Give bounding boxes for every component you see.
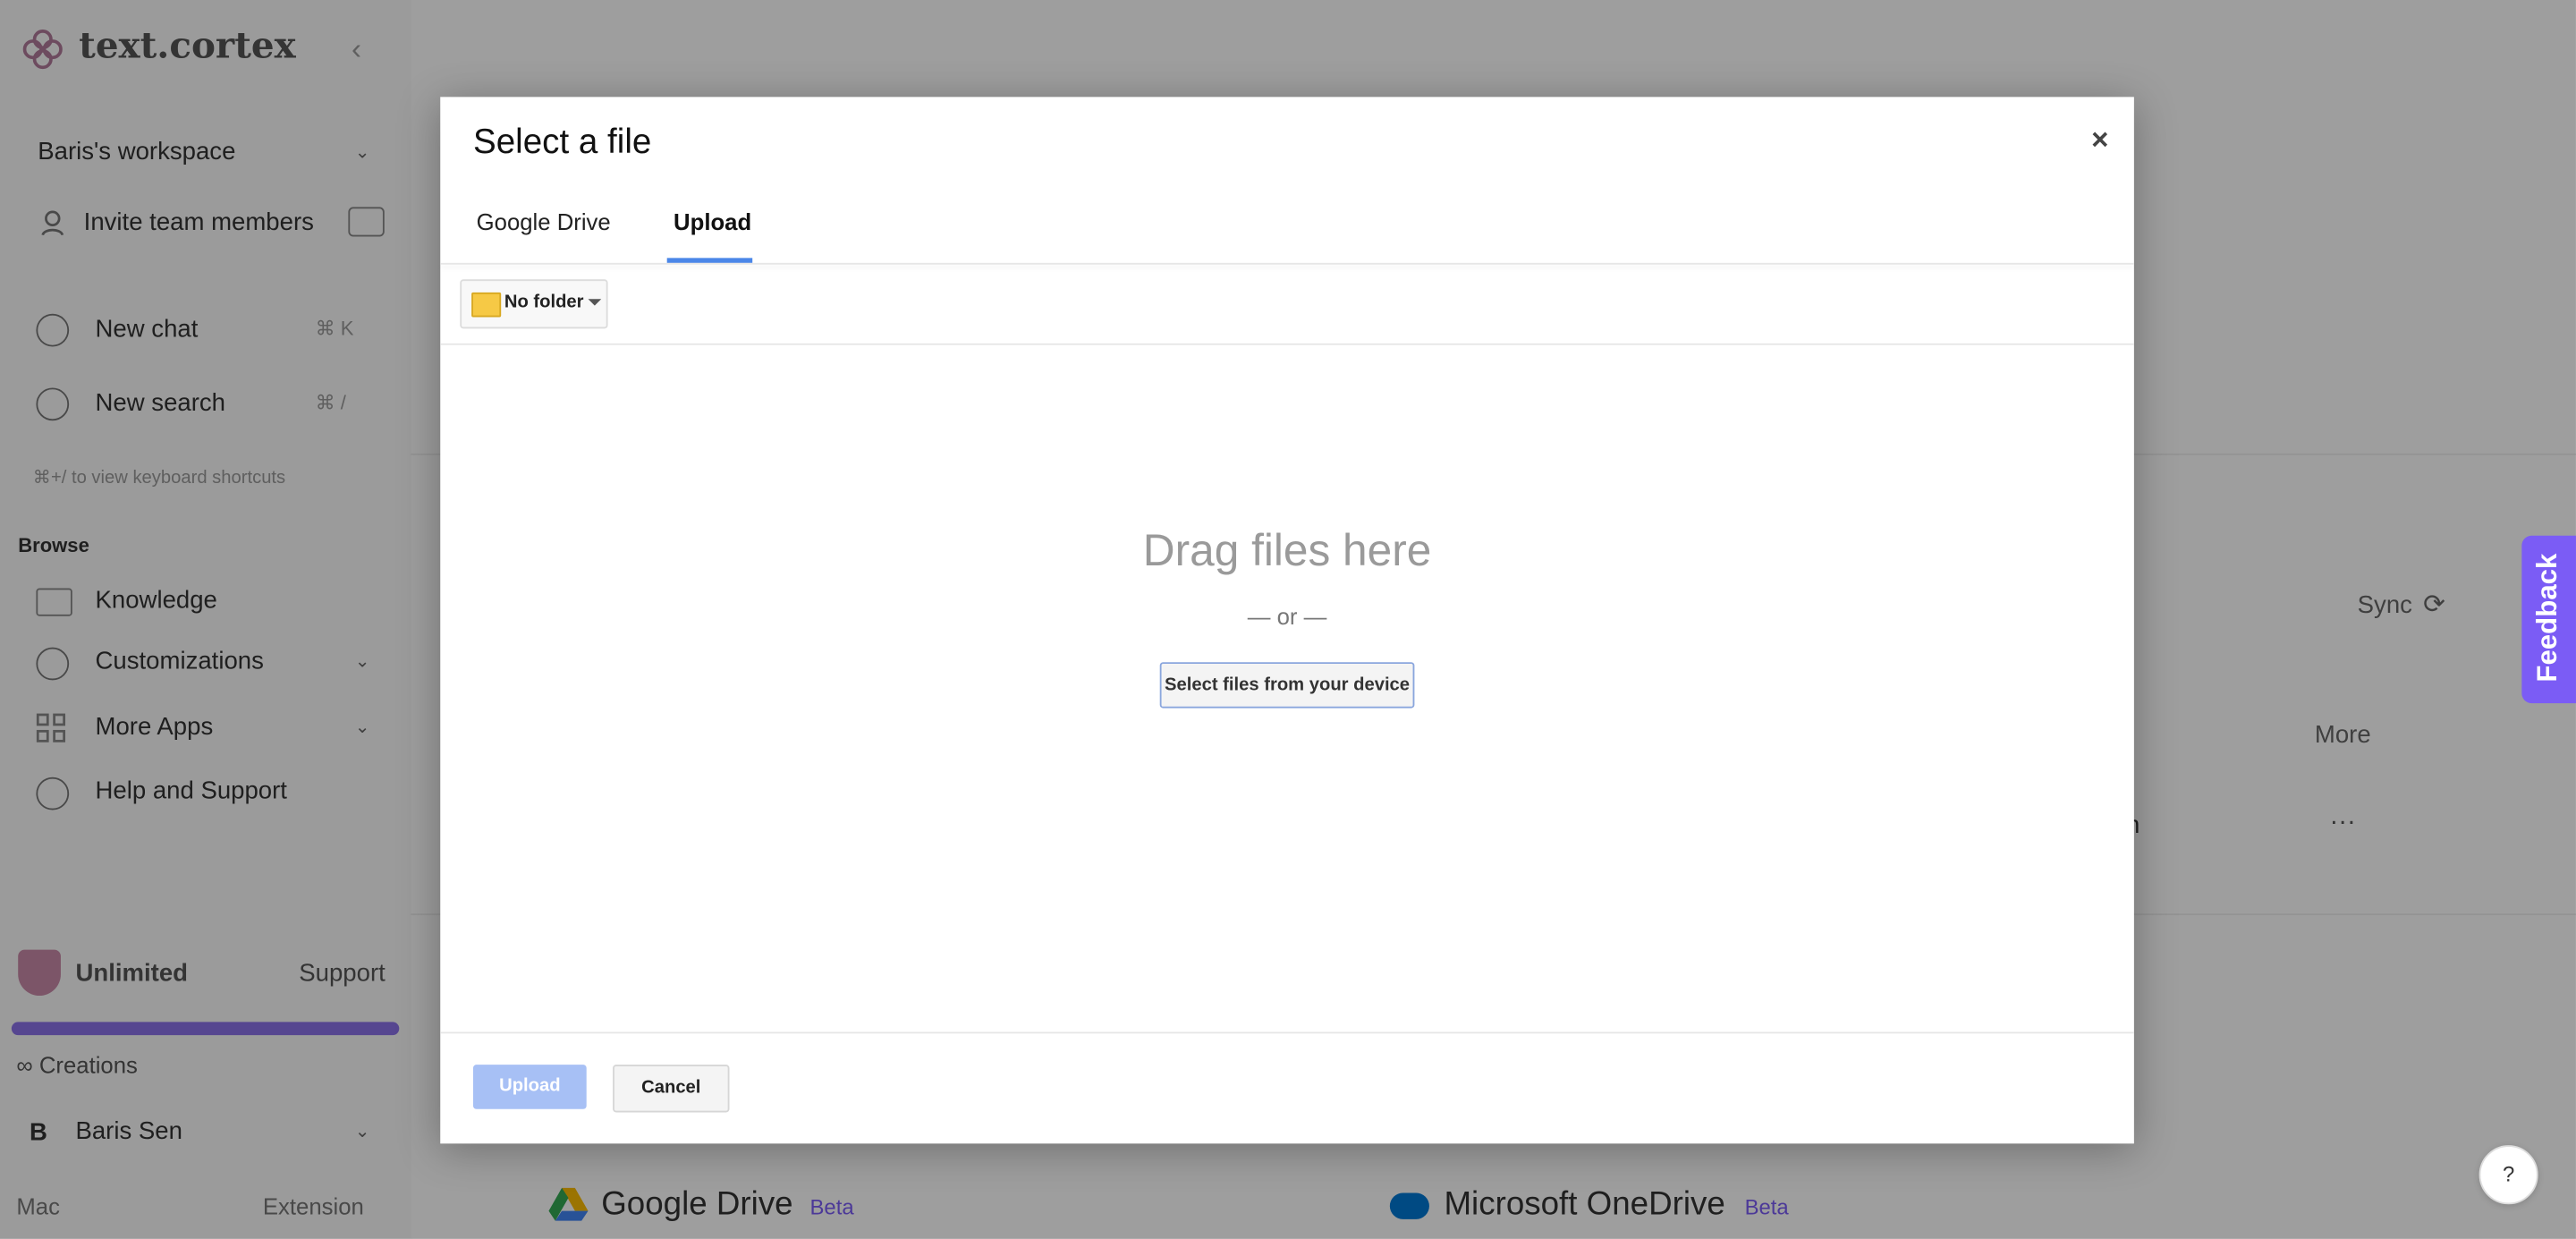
close-icon[interactable]: × [2091, 123, 2108, 158]
tab-google-drive[interactable]: Google Drive [477, 208, 611, 234]
feedback-tab[interactable]: Feedback [2521, 535, 2576, 704]
feedback-label: Feedback [2531, 553, 2563, 683]
folder-label: No folder [504, 292, 584, 312]
caret-down-icon [588, 299, 602, 306]
dialog-title: Select a file [472, 123, 652, 161]
upload-button[interactable]: Upload [472, 1065, 587, 1109]
screen: text.cortex ‹ Baris's workspace ⌄ Invite… [0, 0, 2576, 1239]
question-icon: ? [2502, 1161, 2515, 1187]
file-picker-dialog: Select a file × Google Drive Upload No f… [440, 97, 2134, 1144]
footer-divider [440, 1031, 2134, 1034]
select-files-button[interactable]: Select files from your device [1159, 662, 1415, 709]
tab-upload[interactable]: Upload [674, 208, 751, 234]
or-separator: — or — [1247, 603, 1327, 630]
toolbar-divider [440, 343, 2134, 345]
cancel-button[interactable]: Cancel [613, 1065, 730, 1113]
folder-selector[interactable]: No folder [460, 279, 608, 329]
drag-files-text: Drag files here [1142, 525, 1432, 575]
app-root: text.cortex ‹ Baris's workspace ⌄ Invite… [0, 0, 2576, 1239]
folder-icon [471, 292, 502, 318]
help-button[interactable]: ? [2479, 1145, 2538, 1205]
tab-divider [440, 262, 2134, 265]
